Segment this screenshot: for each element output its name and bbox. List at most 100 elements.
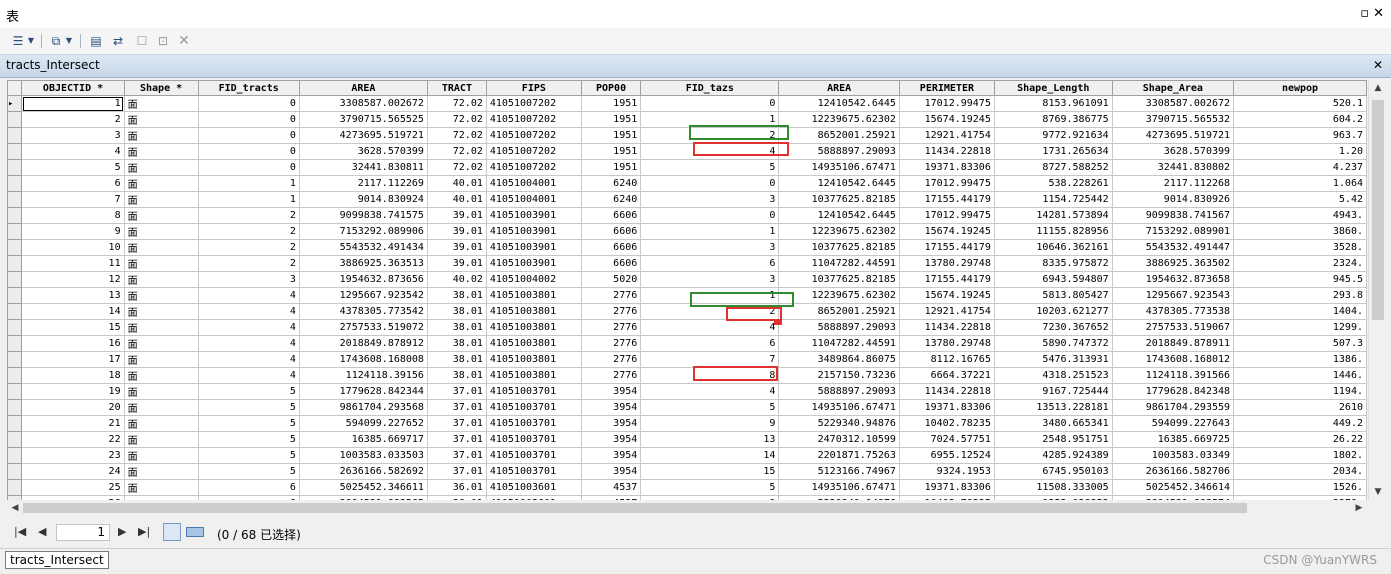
table-cell[interactable]: 1 [21, 95, 125, 112]
table-cell[interactable]: 2636166.582692 [298, 463, 428, 480]
horizontal-scrollbar[interactable]: ◀ ▶ [7, 500, 1367, 516]
table-cell[interactable]: 1404. [1233, 303, 1367, 320]
table-cell[interactable]: 3886925.363502 [1111, 255, 1235, 272]
table-cell[interactable]: 1 [197, 175, 300, 192]
table-cell[interactable]: 37.01 [426, 463, 487, 480]
table-cell[interactable]: 19371.83306 [898, 399, 995, 416]
table-row[interactable]: 19 面 5 1779628.842344 37.01 41051003701 3954 4 5… [7, 383, 1367, 400]
table-cell[interactable]: 9324.1953 [898, 463, 995, 480]
table-cell[interactable]: 5543532.491447 [1111, 239, 1235, 256]
table-cell[interactable]: 37.01 [426, 447, 487, 464]
table-cell[interactable]: 6240 [580, 191, 642, 208]
table-cell[interactable]: 12410542.6445 [778, 95, 900, 112]
table-cell[interactable]: 1779628.842348 [1111, 383, 1235, 400]
column-header[interactable]: OBJECTID * [21, 80, 125, 96]
scroll-down-icon[interactable]: ▼ [1369, 484, 1387, 500]
table-cell[interactable]: 2776 [580, 287, 642, 304]
table-cell[interactable]: 15674.19245 [898, 287, 995, 304]
table-cell[interactable]: 18 [21, 367, 125, 384]
table-cell[interactable]: 32441.830802 [1111, 159, 1235, 176]
table-row[interactable]: 15 面 4 2757533.519072 38.01 41051003801 2776 4 5… [7, 319, 1367, 336]
table-cell[interactable]: 39.01 [426, 239, 487, 256]
table-cell[interactable]: 22 [21, 431, 125, 448]
table-cell[interactable]: 72.02 [426, 95, 487, 112]
table-cell[interactable]: 15 [21, 319, 125, 336]
table-cell[interactable]: 1124118.391566 [1111, 367, 1235, 384]
previous-record-icon[interactable]: ◀ [38, 525, 46, 538]
table-cell[interactable]: 5 [640, 399, 780, 416]
table-row[interactable]: 6 面 1 2117.112269 40.01 41051004001 6240 0 12410… [7, 175, 1367, 192]
column-header[interactable]: TRACT [426, 80, 487, 96]
row-selector[interactable] [7, 223, 23, 240]
chevron-down-icon[interactable]: ▼ [65, 33, 73, 49]
table-cell[interactable]: 41051003801 [485, 287, 582, 304]
row-selector[interactable] [7, 239, 23, 256]
column-header[interactable]: POP00 [580, 80, 642, 96]
table-cell[interactable]: 2034. [1233, 463, 1367, 480]
next-record-icon[interactable]: ▶ [118, 525, 126, 538]
show-selected-records-icon[interactable] [186, 527, 204, 537]
table-cell[interactable]: 4943. [1233, 207, 1367, 224]
table-cell[interactable]: 面 [123, 111, 199, 128]
table-cell[interactable]: 2 [21, 111, 125, 128]
table-cell[interactable]: 449.2 [1233, 415, 1367, 432]
table-cell[interactable]: 2757533.519072 [298, 319, 428, 336]
table-cell[interactable]: 3790715.565532 [1111, 111, 1235, 128]
table-cell[interactable]: 1 [197, 191, 300, 208]
table-cell[interactable]: 0 [197, 111, 300, 128]
table-cell[interactable]: 面 [123, 175, 199, 192]
table-cell[interactable]: 3954 [580, 463, 642, 480]
table-cell[interactable]: 2470312.10599 [778, 431, 900, 448]
table-cell[interactable]: 3480.665341 [993, 415, 1113, 432]
table-cell[interactable]: 5 [197, 463, 300, 480]
delete-icon[interactable]: ✕ [176, 33, 192, 49]
table-cell[interactable]: 8727.588252 [993, 159, 1113, 176]
table-cell[interactable]: 10377625.82185 [778, 271, 900, 288]
table-cell[interactable]: 72.02 [426, 127, 487, 144]
table-cell[interactable]: 5 [640, 479, 780, 496]
table-cell[interactable]: 8 [640, 367, 780, 384]
table-cell[interactable]: 5476.313931 [993, 351, 1113, 368]
table-cell[interactable]: 39.01 [426, 207, 487, 224]
table-cell[interactable]: 37.01 [426, 383, 487, 400]
table-cell[interactable]: 17155.44179 [898, 239, 995, 256]
table-cell[interactable]: 41051007202 [485, 95, 582, 112]
column-header[interactable]: AREA [778, 80, 900, 96]
table-cell[interactable]: 5025452.346614 [1111, 479, 1235, 496]
table-cell[interactable]: 11047282.44591 [778, 255, 900, 272]
table-cell[interactable]: 4 [197, 367, 300, 384]
table-cell[interactable]: 20 [21, 399, 125, 416]
table-cell[interactable]: 10402.78235 [898, 415, 995, 432]
table-cell[interactable]: 4 [21, 143, 125, 160]
table-cell[interactable]: 13780.29748 [898, 335, 995, 352]
table-cell[interactable]: 4 [640, 383, 780, 400]
table-cell[interactable]: 538.228261 [993, 175, 1113, 192]
table-cell[interactable]: 41051003701 [485, 447, 582, 464]
table-cell[interactable]: 6606 [580, 239, 642, 256]
table-cell[interactable]: 3860. [1233, 223, 1367, 240]
table-cell[interactable]: 3 [640, 271, 780, 288]
table-cell[interactable]: 37.01 [426, 415, 487, 432]
table-cell[interactable]: 37.01 [426, 431, 487, 448]
table-cell[interactable]: 72.02 [426, 159, 487, 176]
table-cell[interactable]: 3954 [580, 431, 642, 448]
table-cell[interactable]: 12410542.6445 [778, 175, 900, 192]
table-cell[interactable]: 2018849.878911 [1111, 335, 1235, 352]
table-cell[interactable]: 12410542.6445 [778, 207, 900, 224]
row-selector[interactable] [7, 383, 23, 400]
table-cell[interactable]: 8652001.25921 [778, 127, 900, 144]
row-selector[interactable] [7, 351, 23, 368]
table-row[interactable]: 24 面 5 2636166.582692 37.01 41051003701 3954 15… [7, 463, 1367, 480]
current-record-input[interactable]: 1 [56, 524, 110, 541]
table-cell[interactable]: 4318.251523 [993, 367, 1113, 384]
table-cell[interactable]: 41051003701 [485, 463, 582, 480]
table-cell[interactable]: 3 [21, 127, 125, 144]
column-header[interactable]: FID_tracts [197, 80, 300, 96]
switch-selection-icon[interactable]: ⇄ [110, 33, 126, 49]
table-cell[interactable]: 面 [123, 223, 199, 240]
table-cell[interactable]: 5888897.29093 [778, 383, 900, 400]
table-cell[interactable]: 1954632.873658 [1111, 271, 1235, 288]
table-cell[interactable]: 2157150.73236 [778, 367, 900, 384]
table-cell[interactable]: 7024.57751 [898, 431, 995, 448]
table-cell[interactable]: 41051003901 [485, 223, 582, 240]
